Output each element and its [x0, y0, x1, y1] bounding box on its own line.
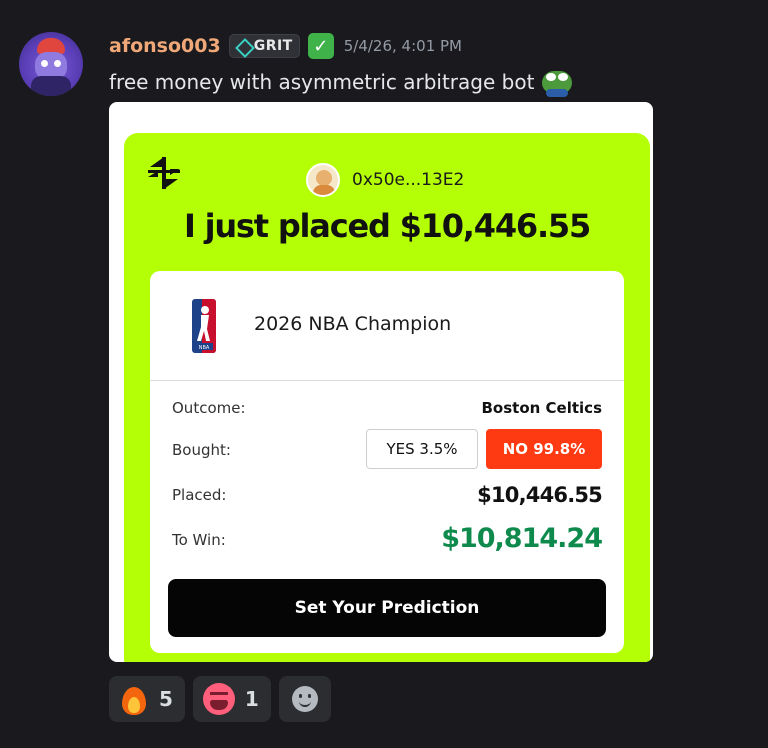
reactions-bar: 5 1 — [109, 676, 331, 722]
image-embed[interactable]: 0x50e...13E2 I just placed $10,446.55 NB… — [109, 102, 653, 662]
placed-label: Placed: — [172, 486, 227, 504]
set-prediction-button: Set Your Prediction — [168, 579, 606, 637]
bet-details-panel: NBA 2026 NBA Champion Outcome: Boston Ce… — [150, 271, 624, 653]
check-mark-icon: ✓ — [307, 33, 334, 59]
pepe-shirt — [546, 89, 569, 97]
reaction-count: 1 — [244, 687, 259, 711]
reaction-fire[interactable]: 5 — [109, 676, 185, 722]
diamond-icon — [236, 39, 250, 53]
nba-logo-icon: NBA — [192, 299, 216, 353]
brand-logo-icon — [148, 157, 180, 189]
yes-price-pill: YES 3.5% — [366, 429, 478, 469]
bet-headline: I just placed $10,446.55 — [183, 207, 591, 245]
hot-face-icon — [202, 683, 235, 715]
outcome-label: Outcome: — [172, 399, 246, 417]
message-text: free money with asymmetric arbitrage bot — [109, 70, 535, 94]
avatar-body — [31, 76, 71, 96]
smile-icon — [291, 686, 318, 712]
bought-label: Bought: — [172, 441, 231, 459]
fire-icon — [119, 683, 149, 715]
add-reaction-button[interactable] — [278, 676, 331, 722]
wallet-info: 0x50e...13E2 — [306, 163, 464, 197]
avatar-eye-right — [54, 60, 61, 67]
to-win-label: To Win: — [172, 531, 226, 549]
svg-text:NBA: NBA — [199, 345, 210, 351]
wallet-avatar — [306, 163, 340, 197]
message-content: free money with asymmetric arbitrage bot — [109, 67, 574, 97]
message-header: afonso003 GRIT ✓ 5/4/26, 4:01 PM — [109, 33, 462, 59]
market-title: 2026 NBA Champion — [254, 313, 452, 335]
guild-tag[interactable]: GRIT — [228, 34, 300, 58]
timestamp[interactable]: 5/4/26, 4:01 PM — [344, 37, 462, 55]
market-header: NBA 2026 NBA Champion — [150, 271, 624, 381]
guild-tag-label: GRIT — [253, 38, 293, 54]
username[interactable]: afonso003 — [109, 35, 221, 57]
bet-card: 0x50e...13E2 I just placed $10,446.55 NB… — [124, 133, 650, 662]
avatar-eye-left — [41, 60, 48, 67]
reaction-hot-face[interactable]: 1 — [192, 676, 271, 722]
no-price-pill: NO 99.8% — [486, 429, 602, 469]
pepe-emoji-icon[interactable] — [540, 67, 574, 97]
outcome-value: Boston Celtics — [481, 399, 603, 417]
reaction-count: 5 — [159, 687, 173, 711]
wallet-address: 0x50e...13E2 — [352, 170, 465, 190]
user-avatar[interactable] — [19, 32, 83, 96]
placed-value: $10,446.55 — [477, 483, 603, 507]
to-win-value: $10,814.24 — [441, 523, 603, 554]
